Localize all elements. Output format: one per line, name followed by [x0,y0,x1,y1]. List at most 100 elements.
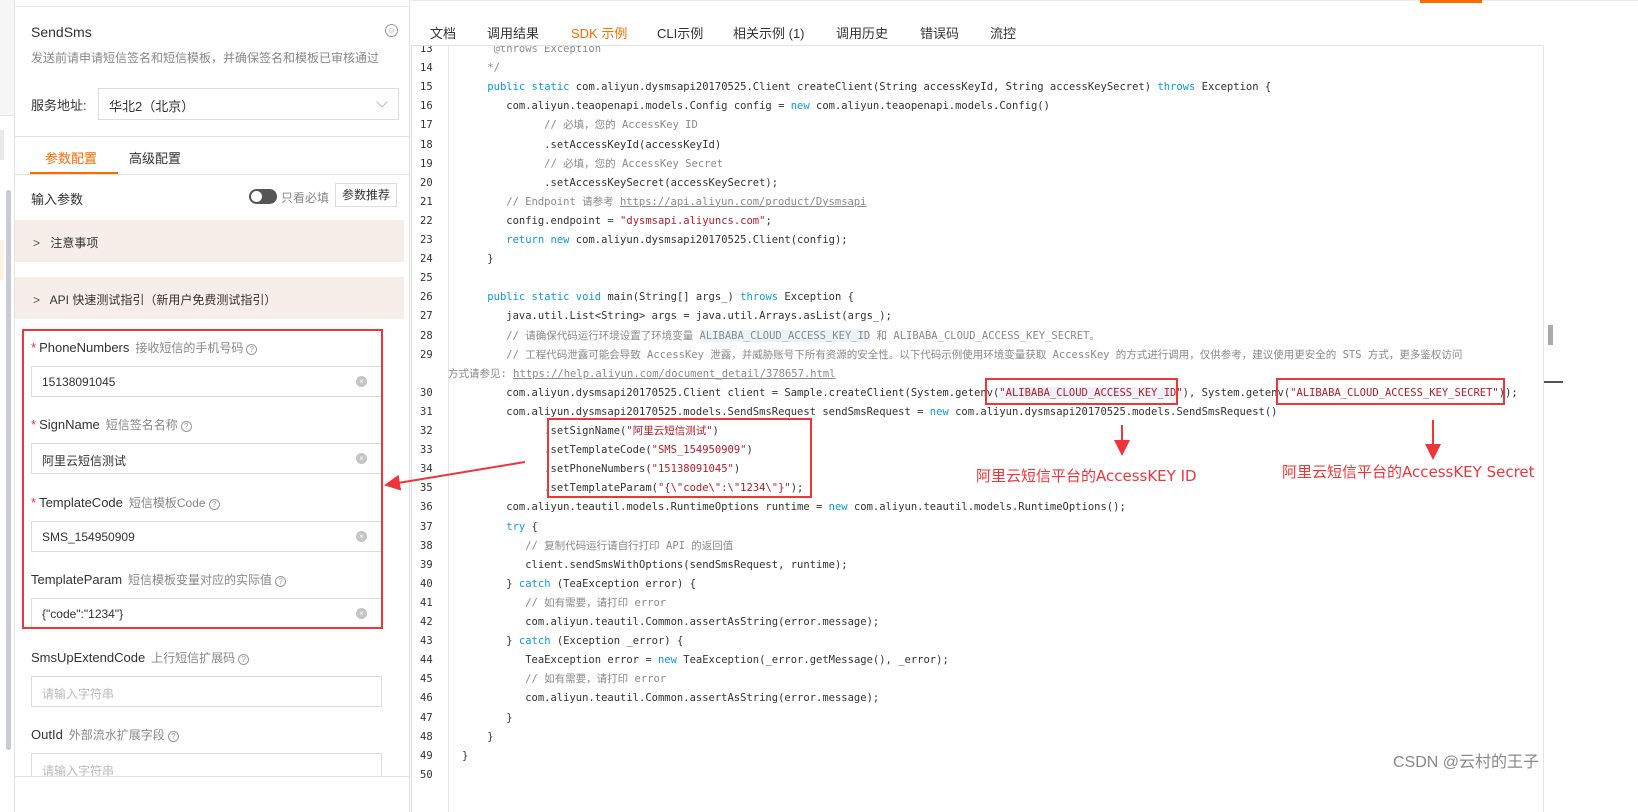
line-number: 21 [420,195,433,208]
code-text: java.util.List<String> args = java.util.… [462,310,892,323]
code-text: config.endpoint = "dysmsapi.aliyuncs.com… [462,212,772,231]
code-text: public static com.aliyun.dysmsapi2017052… [462,78,1271,97]
code-scrollbar[interactable] [1543,45,1564,812]
main-tab[interactable]: SDK 示例 [571,23,627,42]
code-line: 28 // 请确保代码运行环境设置了环境变量 ALIBABA_CLOUD_ACC… [412,327,1542,346]
collapsible-label: 注意事项 [50,236,99,250]
outer-sidebar-block [0,240,4,280]
divider [15,776,409,777]
collapsible-quick-test-guide[interactable]: > API 快速测试指引（新用户免费测试指引） [15,277,404,319]
code-token: public static void [487,291,602,304]
line-number: 40 [420,577,433,590]
line-number: 48 [420,730,433,743]
collapsible-notes[interactable]: > 注意事项 [15,220,404,262]
code-token: com.aliyun.dysmsapi20170525.models.SendS… [462,405,930,418]
main-tab[interactable]: 相关示例 (1) [733,23,805,42]
code-link[interactable]: https://api.aliyun.com/product/Dysmsapi [620,196,867,208]
code-token: com.aliyun.dysmsapi20170525.Client(confi… [569,234,848,246]
code-line: 21 // Endpoint 请参考 https://api.aliyun.co… [412,193,1542,212]
line-number: 50 [420,768,433,781]
scrollbar-thumb[interactable] [1548,325,1553,345]
line-number: 44 [420,654,433,667]
code-token: new [828,501,848,514]
code-token: 方式请参见: [448,367,514,380]
code-token: { [525,520,538,533]
code-line: 47 } [412,709,1542,728]
main-tab[interactable]: 文档 [430,23,456,42]
line-number: 18 [420,138,433,151]
code-token: return new [506,234,570,246]
chevron-right-icon: > [33,293,41,307]
code-line: 27 java.util.List<String> args = java.ut… [412,307,1542,326]
main-tab[interactable]: 调用历史 [836,23,888,42]
code-text: return new com.aliyun.dysmsapi20170525.C… [462,231,848,250]
code-text: } [462,711,513,724]
code-text: .setAccessKeyId(accessKeyId) [462,138,722,151]
collapsible-label: API 快速测试指引（新用户免费测试指引） [49,293,277,307]
code-token: 和 ALIBABA_CLOUD_ACCESS_KEY_SECRET。 [870,329,1100,342]
main-tab[interactable]: 流控 [990,23,1016,42]
code-line: 29 // 工程代码泄露可能会导致 AccessKey 泄露，并威胁账号下所有资… [412,346,1542,365]
code-token: throws [740,291,779,304]
annotation-key-id-note: 阿里云短信平台的AccessKEY ID [976,467,1197,485]
feedback-icon[interactable]: ☺ [385,24,398,37]
code-token: new [790,100,810,113]
code-text: // 请确保代码运行环境设置了环境变量 ALIBABA_CLOUD_ACCESS… [462,327,1100,346]
code-text: public static void main(String[] args_) … [462,288,854,307]
code-token: (Exception _error) { [550,635,684,648]
tab-advanced-config[interactable]: 高级配置 [129,148,181,167]
watermark: CSDN @云村的王子 [1393,754,1540,771]
param-recommend-button[interactable]: 参数推荐 [335,183,397,207]
sms-up-extend-code-input[interactable]: 请输入字符串 [31,676,382,707]
annotation-box-request-params [547,418,812,498]
help-icon[interactable]: ? [238,654,250,665]
line-number: 19 [420,157,433,170]
code-token: "dysmsapi.aliyuncs.com" [620,214,766,227]
code-token: com.aliyun.teaopenapi.models.Config() [809,100,1050,113]
app-root: SendSms ☺ 发送前请申请短信签名和短信模板，并确保签名和模板已审核通过 … [0,0,1638,812]
divider [15,174,409,175]
code-line: 25 [412,269,1542,288]
main-tab[interactable]: 调用结果 [487,23,539,42]
code-line: 44 TeaException error = new TeaException… [412,651,1542,670]
out-id-input[interactable]: 请输入字符串 [31,753,382,777]
line-number: 14 [420,62,433,75]
chevron-down-icon [376,96,388,108]
tab-param-config[interactable]: 参数配置 [45,148,97,167]
panel-scrollbar[interactable] [6,190,11,750]
code-token: public static [487,81,570,94]
code-token: ALIBABA_CLOUD_ACCESS_KEY_ID [699,329,871,342]
field-label-out-id: OutId 外部流水扩展字段? [31,726,179,743]
code-token: new [657,654,677,667]
code-line: 41 // 如有需要，请打印 error [412,594,1542,613]
code-token: com.aliyun.dysmsapi20170525.Client clien… [462,386,1000,399]
code-link[interactable]: https://help.aliyun.com/document_detail/… [513,368,835,380]
code-line: 45 // 如有需要，请打印 error [412,670,1542,689]
code-token: // 请确保代码运行环境设置了环境变量 [462,329,700,342]
code-text: com.aliyun.teaopenapi.models.Config conf… [462,97,1050,116]
code-token: ), System.getenv( [1182,386,1291,399]
annotation-box-key-id [985,378,1178,405]
code-text: // Endpoint 请参考 https://api.aliyun.com/p… [462,193,866,212]
line-number: 37 [420,520,433,533]
field-name: OutId [31,727,63,742]
input-placeholder: 请输入字符串 [42,687,115,701]
line-number: 28 [420,329,433,342]
line-number: 43 [420,635,433,648]
main-tab[interactable]: 错误码 [920,23,959,42]
code-line: 16 com.aliyun.teaopenapi.models.Config c… [412,97,1542,116]
help-icon[interactable]: ? [167,731,179,742]
line-number: 36 [420,501,433,514]
annotation-key-secret-note: 阿里云短信平台的AccessKEY Secret [1282,463,1535,481]
api-description: 发送前请申请短信签名和短信模板，并确保签名和模板已审核通过 [31,51,380,65]
line-number: 25 [420,272,433,285]
code-line: 50 [412,766,1542,785]
line-number: 45 [420,673,433,686]
line-number: 47 [420,711,433,724]
code-text: // 工程代码泄露可能会导致 AccessKey 泄露，并威胁账号下所有资源的安… [462,348,1463,361]
field-hint: 外部流水扩展字段 [68,728,165,742]
main-tab[interactable]: CLI示例 [657,23,703,42]
required-only-toggle[interactable] [249,189,277,204]
service-address-select[interactable]: 华北2（北京） [98,88,399,120]
